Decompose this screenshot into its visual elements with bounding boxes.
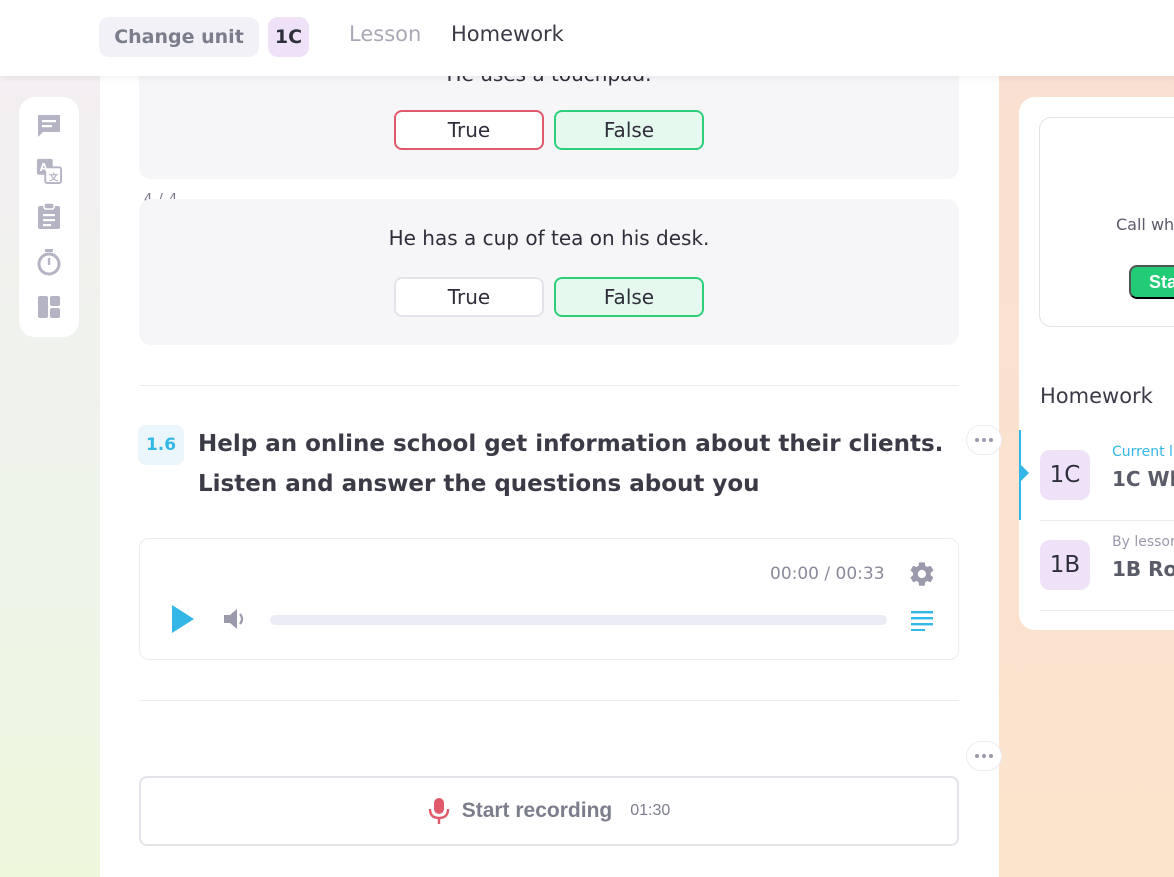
divider xyxy=(1040,610,1174,611)
svg-text:文: 文 xyxy=(48,171,59,183)
transcript-icon[interactable] xyxy=(910,609,934,635)
main-content: He uses a touchpad. True False 4 / 4 He … xyxy=(100,0,999,877)
microphone-icon xyxy=(428,797,450,825)
chat-icon[interactable] xyxy=(36,113,62,139)
more-options-button[interactable] xyxy=(966,425,1002,455)
true-button[interactable]: True xyxy=(394,110,544,150)
layout-icon[interactable] xyxy=(36,294,62,320)
right-panel: Call wh Sta Homework 1C Current l 1C Wha… xyxy=(1019,97,1174,630)
divider xyxy=(139,385,959,386)
clipboard-icon[interactable] xyxy=(36,202,62,229)
timer-icon[interactable] xyxy=(36,249,62,276)
question-text: He has a cup of tea on his desk. xyxy=(388,226,710,250)
audio-time: 00:00 / 00:33 xyxy=(770,564,885,584)
homework-item-1c[interactable]: 1C Current l 1C Wha xyxy=(1019,430,1174,520)
start-call-button[interactable]: Sta xyxy=(1129,265,1174,299)
task-number: 1.6 xyxy=(138,425,184,465)
volume-icon[interactable] xyxy=(222,607,248,635)
svg-text:A: A xyxy=(40,163,48,174)
change-unit-button[interactable]: Change unit xyxy=(99,17,259,57)
question-card: He uses a touchpad. True False xyxy=(139,60,959,179)
tab-homework[interactable]: Homework xyxy=(451,22,564,46)
unit-badge: 1B xyxy=(1040,540,1090,590)
question-card: He has a cup of tea on his desk. True Fa… xyxy=(139,199,959,345)
recording-label: Start recording xyxy=(461,799,613,822)
homework-item-title: 1B Rou xyxy=(1112,557,1174,581)
homework-heading: Homework xyxy=(1040,384,1153,408)
top-bar: Change unit 1C Lesson Homework xyxy=(0,0,1174,76)
start-recording-button[interactable]: Start recording 01:30 xyxy=(139,776,959,846)
translate-icon[interactable]: A文 xyxy=(36,158,62,185)
true-button[interactable]: True xyxy=(394,277,544,317)
recording-time-limit: 01:30 xyxy=(630,802,671,819)
audio-progress-bar[interactable] xyxy=(270,615,887,625)
homework-item-subtitle: By lessor xyxy=(1112,534,1174,550)
homework-item-1b[interactable]: 1B By lessor 1B Rou xyxy=(1019,520,1174,610)
unit-badge: 1C xyxy=(1040,450,1090,500)
unit-badge[interactable]: 1C xyxy=(268,17,309,57)
false-button[interactable]: False xyxy=(554,110,704,150)
homework-item-title: 1C Wha xyxy=(1112,467,1174,491)
tab-lesson[interactable]: Lesson xyxy=(349,22,421,46)
false-button[interactable]: False xyxy=(554,277,704,317)
play-icon[interactable] xyxy=(170,603,196,639)
task-title: Help an online school get information ab… xyxy=(198,431,944,497)
call-text: Call wh xyxy=(1116,215,1174,234)
more-options-button[interactable] xyxy=(966,741,1002,771)
divider xyxy=(139,700,959,701)
current-indicator xyxy=(1021,465,1029,481)
audio-player: 00:00 / 00:33 xyxy=(139,538,959,660)
homework-item-subtitle: Current l xyxy=(1112,444,1173,460)
call-widget: Call wh Sta xyxy=(1039,117,1174,327)
tool-panel: A文 xyxy=(19,97,79,337)
settings-icon[interactable] xyxy=(908,560,936,592)
